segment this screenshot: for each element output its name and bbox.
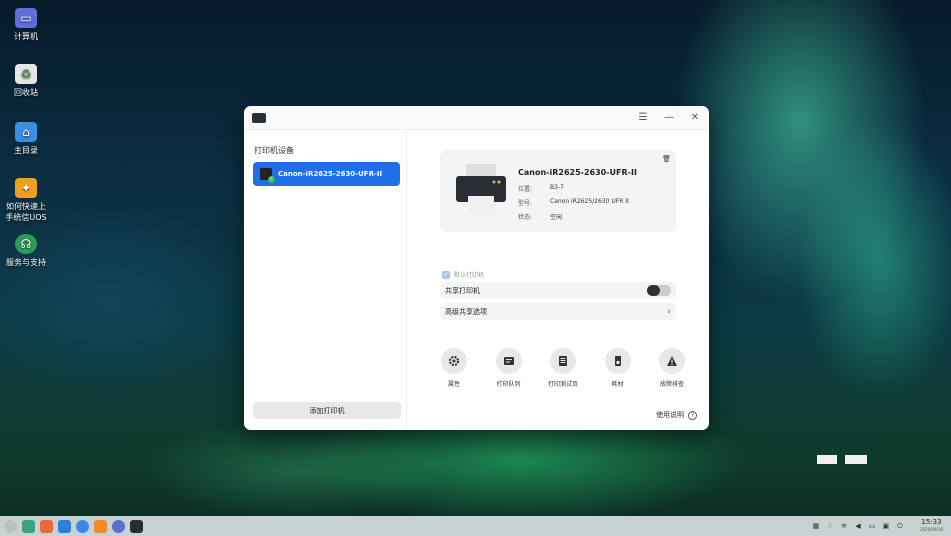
desktop-icon-label: 计算机: [14, 32, 38, 41]
printer-sidebar: 打印机设备 ✓ Canon-iR2625-2630-UFR-II 添加打印机: [244, 130, 407, 430]
wifi-icon[interactable]: ≋: [840, 522, 848, 530]
action-label: 耗材: [611, 381, 624, 388]
desktop-icon-trash[interactable]: ♻ 回收站: [4, 64, 48, 98]
printer-manager-window: ☰ — ✕ 打印机设备 ✓ Canon-iR2625-2630-UFR-II 添…: [244, 106, 709, 430]
print-queue-button[interactable]: 打印队列: [483, 348, 535, 388]
printer-icon: ✓: [260, 168, 275, 183]
desktop-icon-label: 如何快速上手统信UOS: [5, 202, 47, 222]
trash-icon: ♻: [15, 64, 37, 84]
help-icon: ?: [688, 410, 697, 420]
printer-name: Canon-iR2625-2630-UFR-II: [518, 168, 637, 177]
share-printer-toggle[interactable]: [647, 285, 671, 296]
warning-icon: [659, 348, 685, 374]
browser-icon[interactable]: [76, 519, 89, 533]
taskbar: ▦ ♢ ≋ ◀ ▭ ▣ ⏻ 15:33 2020/09/16: [0, 516, 951, 536]
toggle-knob: [647, 285, 660, 296]
printer-list-item-label: Canon-iR2625-2630-UFR-II: [278, 170, 383, 178]
advanced-share-row[interactable]: 高级共享选项 ›: [440, 303, 676, 320]
default-printer-label: 默认打印机: [454, 272, 485, 279]
gear-icon: [441, 348, 467, 374]
volume-icon[interactable]: ◀: [854, 522, 862, 530]
chevron-right-icon: ›: [667, 306, 671, 317]
uos-watermark-logo: [817, 455, 867, 464]
sidebar-heading: 打印机设备: [254, 146, 294, 155]
action-label: 属性: [447, 381, 460, 388]
properties-button[interactable]: 属性: [428, 348, 480, 388]
keyboard-icon[interactable]: ▦: [812, 522, 820, 530]
printer-info-card: Canon-iR2625-2630-UFR-II 位置: B3-7 型号: Ca…: [440, 150, 676, 232]
info-row-status: 状态: 空闲: [518, 212, 562, 221]
action-label: 打印队列: [496, 381, 521, 388]
minimize-button[interactable]: —: [663, 112, 675, 123]
default-printer-option: ✓ 默认打印机: [442, 270, 484, 279]
battery-icon[interactable]: ▣: [882, 522, 890, 530]
info-value: 空闲: [550, 214, 563, 221]
share-printer-row: 共享打印机: [440, 282, 676, 299]
help-label: 使用说明: [656, 411, 684, 419]
display-icon[interactable]: ▭: [868, 522, 876, 530]
power-icon[interactable]: ⏻: [896, 522, 904, 530]
multitask-view-icon[interactable]: [22, 519, 35, 533]
info-value: Canon iR2625/2630 UFR II: [550, 198, 629, 205]
app-store-icon[interactable]: [58, 519, 71, 533]
desktop-icon-label: 服务与支持: [6, 258, 46, 267]
computer-icon: ▭: [15, 8, 37, 28]
info-row-model: 型号: Canon iR2625/2630 UFR II: [518, 198, 629, 207]
clock-date: 2020/09/16: [919, 527, 943, 532]
print-test-page-button[interactable]: 打印测试页: [537, 348, 589, 388]
titlebar[interactable]: ☰ — ✕: [244, 106, 709, 130]
close-button[interactable]: ✕: [689, 112, 701, 123]
info-value: B3-7: [550, 184, 564, 191]
action-label: 打印测试页: [547, 381, 578, 388]
action-label: 故障排查: [659, 381, 684, 388]
info-key: 位置:: [518, 186, 533, 193]
test-page-icon: [550, 348, 576, 374]
clock[interactable]: 15:33 2020/09/16: [916, 518, 947, 534]
share-printer-label: 共享打印机: [445, 286, 480, 295]
supplies-button[interactable]: 耗材: [592, 348, 644, 388]
printer-taskbar-icon[interactable]: [130, 519, 143, 533]
settings-icon[interactable]: [112, 519, 125, 533]
desktop-icon-label: 主目录: [14, 146, 38, 155]
printer-detail-panel: Canon-iR2625-2630-UFR-II 位置: B3-7 型号: Ca…: [408, 130, 709, 430]
add-printer-button[interactable]: 添加打印机: [253, 402, 401, 419]
info-row-location: 位置: B3-7: [518, 184, 564, 193]
printer-list-item[interactable]: ✓ Canon-iR2625-2630-UFR-II: [253, 162, 400, 186]
advanced-share-label: 高级共享选项: [445, 307, 487, 316]
file-manager-icon[interactable]: [40, 519, 53, 533]
queue-icon: [495, 348, 522, 374]
help-link[interactable]: 使用说明 ?: [656, 410, 697, 420]
home-folder-icon: ⌂: [15, 122, 37, 142]
info-key: 状态:: [518, 214, 533, 221]
music-icon[interactable]: [94, 519, 107, 533]
delete-printer-icon[interactable]: 🗑: [662, 155, 671, 163]
check-icon: ✓: [268, 176, 275, 183]
desktop-icon-computer[interactable]: ▭ 计算机: [4, 8, 48, 42]
clock-time: 15:33: [921, 518, 942, 526]
printer-app-icon: [252, 112, 266, 123]
desktop-icon-home[interactable]: ⌂ 主目录: [4, 122, 48, 156]
menu-button[interactable]: ☰: [637, 112, 649, 123]
system-tray: ▦ ♢ ≋ ◀ ▭ ▣ ⏻ 15:33 2020/09/16: [812, 518, 947, 534]
large-printer-icon: [456, 164, 506, 214]
notification-icon[interactable]: ♢: [826, 522, 834, 530]
supplies-icon: [604, 348, 631, 374]
launcher-icon[interactable]: [4, 519, 17, 533]
info-key: 型号:: [518, 200, 533, 207]
default-checkbox: ✓: [442, 270, 450, 279]
desktop-icon-support[interactable]: ☊ 服务与支持: [4, 234, 48, 268]
support-icon: ☊: [15, 234, 37, 254]
desktop-icon-label: 回收站: [14, 88, 38, 97]
action-bar: 属性 打印队列 打印测试页 耗材 故障排查: [428, 348, 698, 388]
lightbulb-icon: ✦: [15, 178, 37, 198]
troubleshoot-button[interactable]: 故障排查: [646, 348, 698, 388]
desktop-icon-guide[interactable]: ✦ 如何快速上手统信UOS: [4, 178, 48, 223]
